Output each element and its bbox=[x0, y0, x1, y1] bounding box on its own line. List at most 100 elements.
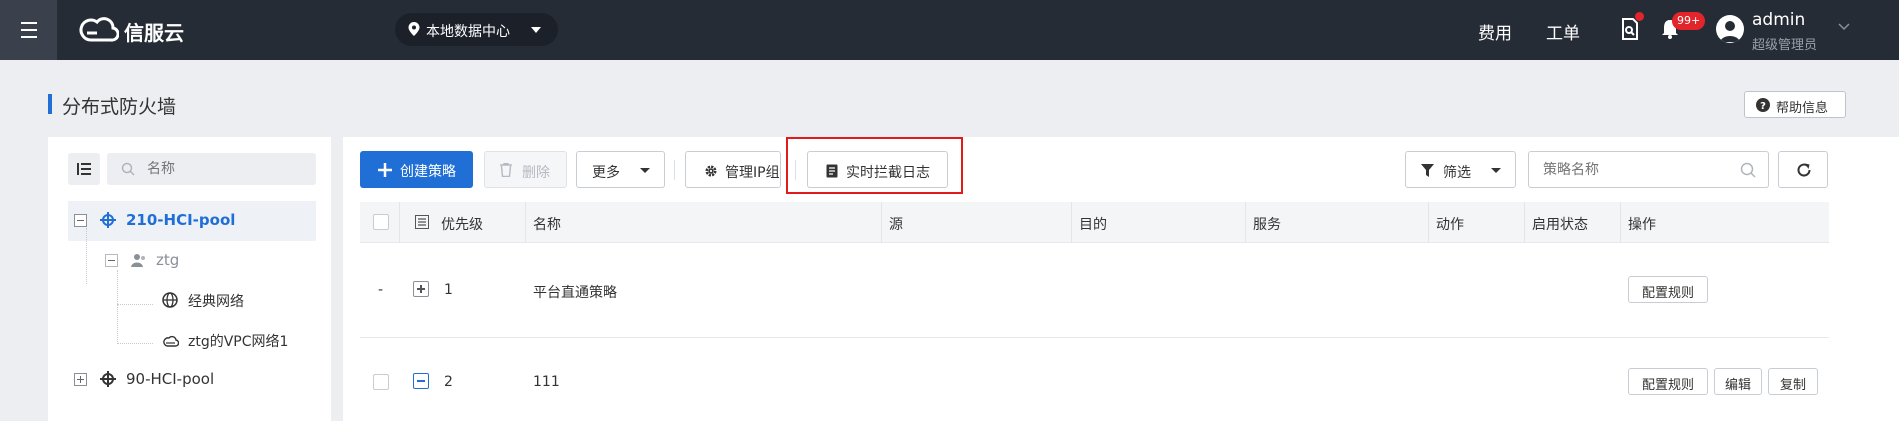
refresh-button[interactable] bbox=[1778, 151, 1828, 188]
tree-node-label[interactable]: 经典网络 bbox=[188, 291, 244, 311]
tree-node-label[interactable]: ztg的VPC网络1 bbox=[188, 331, 288, 351]
copy-button[interactable]: 复制 bbox=[1768, 368, 1818, 395]
column-divider bbox=[1524, 202, 1525, 243]
search-icon[interactable] bbox=[1740, 162, 1756, 178]
policy-search-field[interactable] bbox=[1528, 151, 1769, 188]
column-header-destination[interactable]: 目的 bbox=[1079, 214, 1107, 234]
tree-connector bbox=[86, 228, 87, 284]
gear-icon bbox=[705, 165, 717, 177]
column-divider bbox=[399, 202, 400, 243]
user-role: 超级管理员 bbox=[1752, 38, 1818, 53]
cluster-icon bbox=[100, 212, 116, 228]
column-divider bbox=[1071, 202, 1072, 243]
configure-rules-label: 配置规则 bbox=[1641, 378, 1694, 393]
copy-label: 复制 bbox=[1779, 378, 1806, 393]
column-divider bbox=[881, 202, 882, 243]
brand-name: 信服云 bbox=[124, 21, 184, 45]
tree-collapse-toggle[interactable] bbox=[105, 254, 118, 267]
policy-search-input[interactable] bbox=[1543, 160, 1723, 180]
create-policy-button[interactable]: 创建策略 bbox=[360, 151, 473, 188]
help-button[interactable]: ? 帮助信息 bbox=[1744, 91, 1846, 118]
column-divider bbox=[525, 202, 526, 243]
column-settings-icon[interactable] bbox=[415, 215, 429, 229]
cloud-network-icon bbox=[163, 335, 179, 347]
row-check-placeholder: - bbox=[378, 282, 384, 298]
top-bar bbox=[0, 0, 1899, 60]
column-header-name[interactable]: 名称 bbox=[533, 214, 561, 234]
tree-connector bbox=[117, 304, 153, 305]
select-all-checkbox[interactable] bbox=[373, 214, 389, 230]
more-label: 更多 bbox=[592, 165, 620, 181]
tree-expand-toggle[interactable] bbox=[74, 373, 87, 386]
row-name: 111 bbox=[533, 374, 560, 390]
user-name[interactable]: admin bbox=[1752, 10, 1805, 30]
configure-rules-button[interactable]: 配置规则 bbox=[1628, 368, 1708, 395]
column-header-status[interactable]: 启用状态 bbox=[1532, 214, 1588, 234]
tree-connector bbox=[117, 270, 118, 344]
list-tree-icon bbox=[77, 163, 91, 175]
column-header-action[interactable]: 动作 bbox=[1436, 214, 1464, 234]
manage-ip-group-label: 管理IP组 bbox=[725, 165, 780, 181]
column-divider bbox=[1620, 202, 1621, 243]
tickets-link[interactable]: 工单 bbox=[1546, 19, 1580, 44]
search-icon bbox=[121, 162, 135, 176]
tree-search-input[interactable] bbox=[147, 159, 297, 179]
hamburger-menu-icon[interactable] bbox=[0, 0, 57, 60]
column-divider bbox=[1245, 202, 1246, 243]
column-divider bbox=[1428, 202, 1429, 243]
tree-collapse-toggle[interactable] bbox=[74, 214, 87, 227]
cloud-logo-icon bbox=[79, 17, 119, 42]
highlight-box bbox=[786, 137, 963, 194]
row-priority: 2 bbox=[444, 374, 453, 390]
title-accent-bar bbox=[48, 94, 52, 114]
tree-node-label[interactable]: 210-HCI-pool bbox=[126, 211, 235, 229]
column-header-priority[interactable]: 优先级 bbox=[441, 214, 483, 234]
datacenter-select[interactable]: 本地数据中心 bbox=[395, 13, 558, 46]
question-circle-icon: ? bbox=[1756, 98, 1770, 112]
globe-icon bbox=[162, 292, 178, 308]
chevron-down-icon[interactable] bbox=[1838, 23, 1850, 31]
create-policy-label: 创建策略 bbox=[400, 164, 456, 180]
tree-node-label[interactable]: ztg bbox=[156, 251, 179, 269]
caret-down-icon bbox=[1491, 168, 1501, 173]
more-dropdown[interactable]: 更多 bbox=[576, 151, 665, 188]
delete-button[interactable]: 删除 bbox=[484, 151, 567, 188]
column-header-service[interactable]: 服务 bbox=[1253, 214, 1281, 234]
row-expand-toggle[interactable] bbox=[413, 281, 429, 297]
filter-label: 筛选 bbox=[1443, 165, 1471, 181]
alert-dot bbox=[1635, 12, 1644, 21]
tree-search-field[interactable] bbox=[107, 153, 316, 185]
row-priority: 1 bbox=[444, 282, 453, 298]
location-pin-icon bbox=[408, 22, 420, 36]
tree-toggle-button[interactable] bbox=[68, 153, 100, 185]
document-search-icon[interactable] bbox=[1621, 18, 1639, 40]
manage-ip-group-button[interactable]: 管理IP组 bbox=[685, 151, 781, 188]
chevron-down-icon bbox=[531, 27, 541, 33]
filter-icon bbox=[1421, 164, 1434, 177]
user-avatar-icon bbox=[1720, 21, 1740, 42]
user-group-icon bbox=[131, 254, 145, 267]
edit-label: 编辑 bbox=[1724, 378, 1751, 393]
avatar[interactable] bbox=[1716, 15, 1744, 43]
cluster-icon bbox=[100, 371, 116, 387]
row-collapse-toggle[interactable] bbox=[413, 373, 429, 389]
column-header-source[interactable]: 源 bbox=[889, 214, 903, 234]
trash-icon bbox=[500, 163, 512, 177]
caret-down-icon bbox=[640, 168, 650, 173]
notification-badge: 99+ bbox=[1672, 12, 1706, 30]
plus-icon bbox=[378, 163, 392, 177]
delete-label: 删除 bbox=[522, 165, 550, 181]
configure-rules-button[interactable]: 配置规则 bbox=[1628, 276, 1708, 303]
page-title: 分布式防火墙 bbox=[62, 96, 177, 118]
help-label: 帮助信息 bbox=[1776, 101, 1829, 116]
row-checkbox[interactable] bbox=[373, 374, 389, 390]
refresh-icon bbox=[1797, 163, 1811, 177]
edit-button[interactable]: 编辑 bbox=[1714, 368, 1762, 395]
column-header-operations: 操作 bbox=[1628, 217, 1656, 233]
tree-node-label[interactable]: 90-HCI-pool bbox=[126, 370, 214, 388]
datacenter-label: 本地数据中心 bbox=[426, 24, 510, 40]
table-header: 优先级 名称 源 目的 服务 动作 启用状态 操作 bbox=[360, 202, 1829, 243]
filter-dropdown[interactable]: 筛选 bbox=[1405, 151, 1516, 188]
row-name: 平台直通策略 bbox=[533, 285, 617, 301]
billing-link[interactable]: 费用 bbox=[1478, 19, 1512, 44]
